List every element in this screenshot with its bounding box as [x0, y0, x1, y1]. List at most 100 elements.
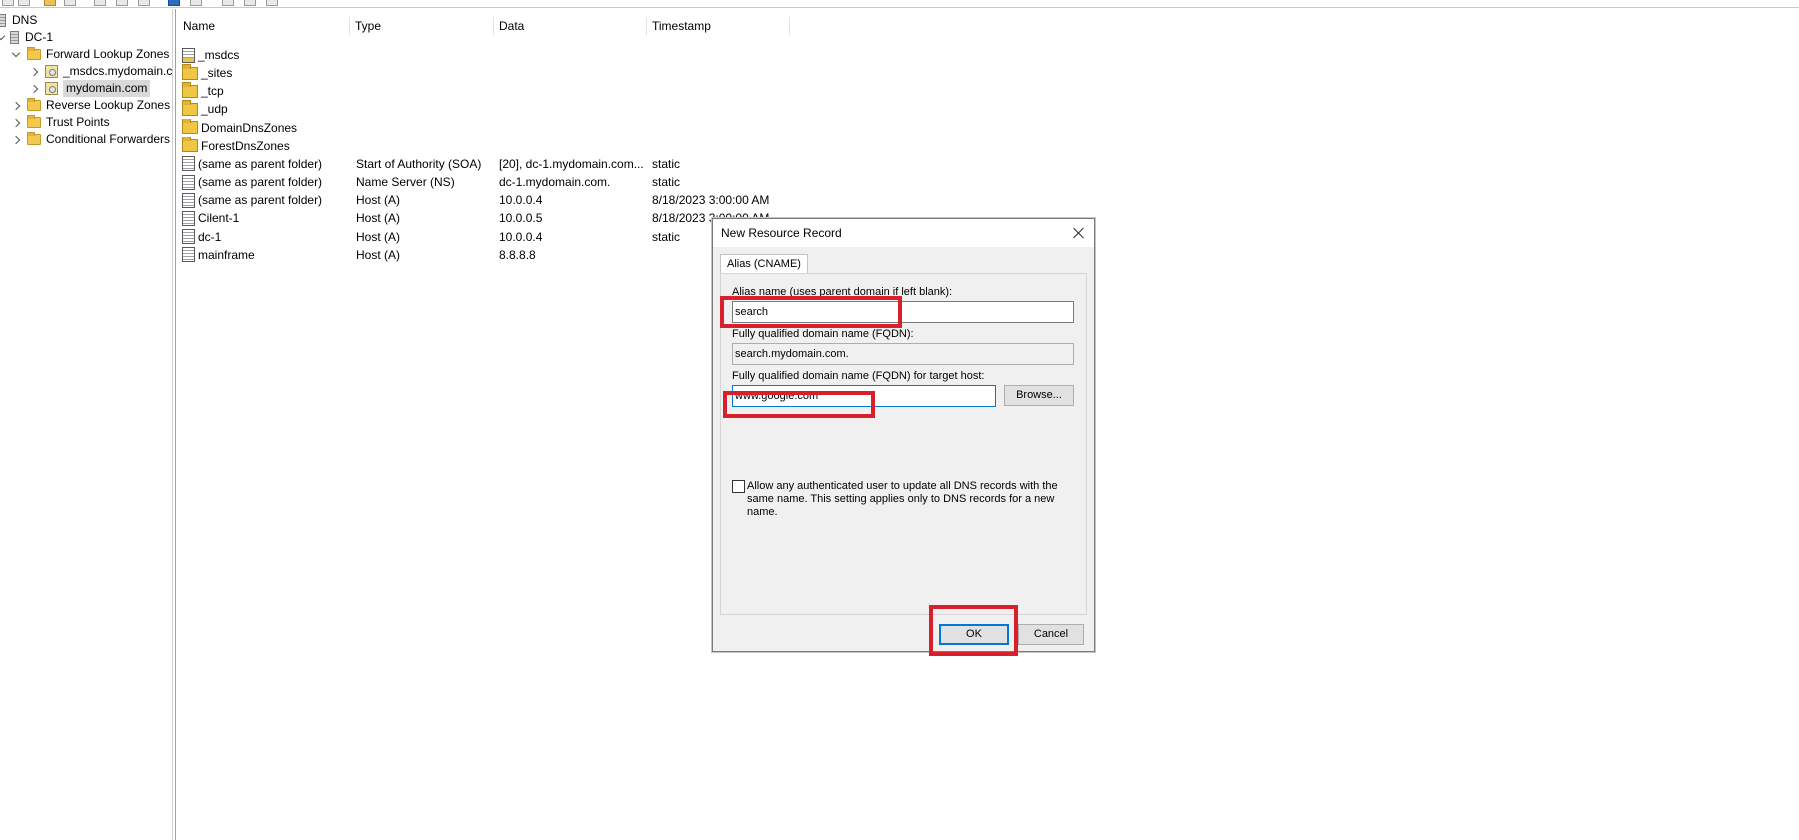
chevron-right-icon[interactable] [29, 84, 39, 94]
record-name-cell: ForestDnsZones [182, 136, 350, 155]
list-item[interactable]: _msdcs [177, 46, 797, 64]
list-item[interactable]: dc-1 Host (A) 10.0.0.4 static [177, 228, 797, 246]
record-timestamp-cell [652, 137, 792, 155]
ok-button[interactable]: OK [939, 624, 1009, 645]
record-name-cell: Cilent-1 [182, 209, 350, 227]
dialog-title: New Resource Record [713, 219, 1094, 247]
target-host-input[interactable] [732, 385, 996, 407]
properties-icon[interactable] [94, 0, 106, 6]
chevron-down-icon[interactable] [11, 50, 21, 60]
folder-icon [27, 132, 41, 145]
forward-icon[interactable] [18, 0, 30, 6]
record-icon [182, 192, 195, 208]
alias-name-input[interactable] [732, 301, 1074, 323]
tree-item-label: Forward Lookup Zones [46, 47, 170, 61]
tree-item-dns[interactable]: DNS [0, 12, 37, 29]
tree-item-trust-points[interactable]: Trust Points [11, 114, 110, 131]
record-type-cell: Host (A) [356, 247, 401, 262]
record-type-cell [356, 137, 496, 155]
record-data-cell: 10.0.0.4 [499, 193, 543, 208]
browse-button[interactable]: Browse... [1004, 385, 1074, 406]
settings-icon[interactable] [266, 0, 278, 6]
allow-update-checkbox[interactable] [732, 480, 745, 493]
up-folder-icon[interactable] [44, 0, 56, 6]
back-icon[interactable] [2, 0, 14, 6]
tree-item-msdcs-zone[interactable]: _msdcs.mydomain.co [29, 63, 172, 80]
cancel-button[interactable]: Cancel [1018, 624, 1084, 645]
close-icon[interactable] [1070, 224, 1088, 242]
list-item[interactable]: (same as parent folder) Start of Authorit… [177, 155, 797, 173]
record-type-cell [356, 46, 496, 64]
list-item[interactable]: (same as parent folder) Host (A) 10.0.0.4 8… [177, 191, 797, 209]
chevron-right-icon[interactable] [11, 118, 21, 128]
record-data-cell [499, 82, 649, 100]
record-name-cell: mainframe [182, 246, 350, 264]
tab-alias-cname[interactable]: Alias (CNAME) [720, 254, 808, 274]
tree-item-label: _msdcs.mydomain.co [63, 64, 172, 78]
column-header-name[interactable]: Name [178, 17, 350, 35]
record-name-cell: (same as parent folder) [182, 173, 350, 191]
record-data-cell [499, 119, 649, 137]
record-type-cell [356, 82, 496, 100]
list-item[interactable]: Cilent-1 Host (A) 10.0.0.5 8/18/2023 3:00:0… [177, 209, 797, 227]
list-icon[interactable] [244, 0, 256, 6]
record-name-cell: dc-1 [182, 228, 350, 246]
tree-item-conditional-forwarders[interactable]: Conditional Forwarders [11, 131, 170, 148]
record-timestamp-cell [652, 100, 792, 118]
record-data-cell: 8.8.8.8 [499, 247, 536, 262]
server-icon[interactable] [222, 0, 234, 6]
server-icon [10, 31, 19, 44]
subzone-icon [182, 47, 195, 63]
record-name-cell: (same as parent folder) [182, 155, 350, 173]
list-item[interactable]: DomainDnsZones [177, 118, 797, 137]
list-item[interactable]: mainframe Host (A) 8.8.8.8 [177, 246, 797, 264]
tree-item-mydomain-zone[interactable]: mydomain.com [29, 80, 151, 97]
record-data-cell: dc-1.mydomain.com. [499, 175, 611, 190]
export-icon[interactable] [138, 0, 150, 6]
show-tree-icon[interactable] [64, 0, 76, 6]
refresh-icon[interactable] [116, 0, 128, 6]
action-icon[interactable] [190, 0, 202, 6]
list-item[interactable]: (same as parent folder) Name Server (NS) d… [177, 173, 797, 191]
folder-icon [27, 47, 41, 60]
help-icon[interactable] [168, 0, 180, 6]
tree-item-server[interactable]: DC-1 [0, 29, 53, 46]
record-icon [182, 247, 195, 263]
record-name: (same as parent folder) [198, 193, 323, 208]
list-item[interactable]: _sites [177, 64, 797, 82]
record-data-cell: 10.0.0.4 [499, 229, 543, 244]
folder-icon [182, 82, 198, 98]
record-type-cell [356, 119, 496, 137]
record-data-cell [499, 100, 649, 118]
folder-icon [27, 115, 41, 128]
list-item[interactable]: _udp [177, 100, 797, 118]
list-item[interactable]: _tcp [177, 82, 797, 100]
column-header-type[interactable]: Type [350, 17, 494, 35]
record-timestamp-cell: static [652, 156, 681, 171]
record-name-cell: DomainDnsZones [182, 118, 350, 137]
chevron-right-icon[interactable] [11, 101, 21, 111]
tree-item-reverse-lookup-zones[interactable]: Reverse Lookup Zones [11, 97, 170, 114]
column-header-timestamp[interactable]: Timestamp [647, 17, 790, 35]
record-timestamp-cell: 8/18/2023 3:00:00 AM [652, 193, 770, 208]
record-name-cell: (same as parent folder) [182, 191, 350, 209]
record-name: dc-1 [198, 229, 222, 244]
folder-icon [182, 118, 198, 135]
record-timestamp-cell: static [652, 175, 681, 190]
record-icon [182, 156, 195, 172]
tree-item-forward-lookup-zones[interactable]: Forward Lookup Zones [11, 46, 169, 63]
chevron-right-icon[interactable] [29, 67, 39, 77]
record-data-cell: [20], dc-1.mydomain.com... [499, 156, 644, 171]
record-name: _tcp [201, 84, 224, 99]
tree-item-label: DNS [12, 13, 38, 27]
column-header-data[interactable]: Data [494, 17, 647, 35]
pane-splitter[interactable] [172, 9, 176, 840]
alias-name-label: Alias name (uses parent domain if left b… [732, 286, 953, 298]
chevron-right-icon[interactable] [11, 135, 21, 145]
record-icon [182, 229, 195, 244]
record-type-cell: Host (A) [356, 211, 401, 226]
chevron-down-icon[interactable] [0, 33, 6, 43]
record-data-cell [499, 64, 649, 82]
folder-icon [182, 64, 198, 80]
list-item[interactable]: ForestDnsZones [177, 136, 797, 155]
